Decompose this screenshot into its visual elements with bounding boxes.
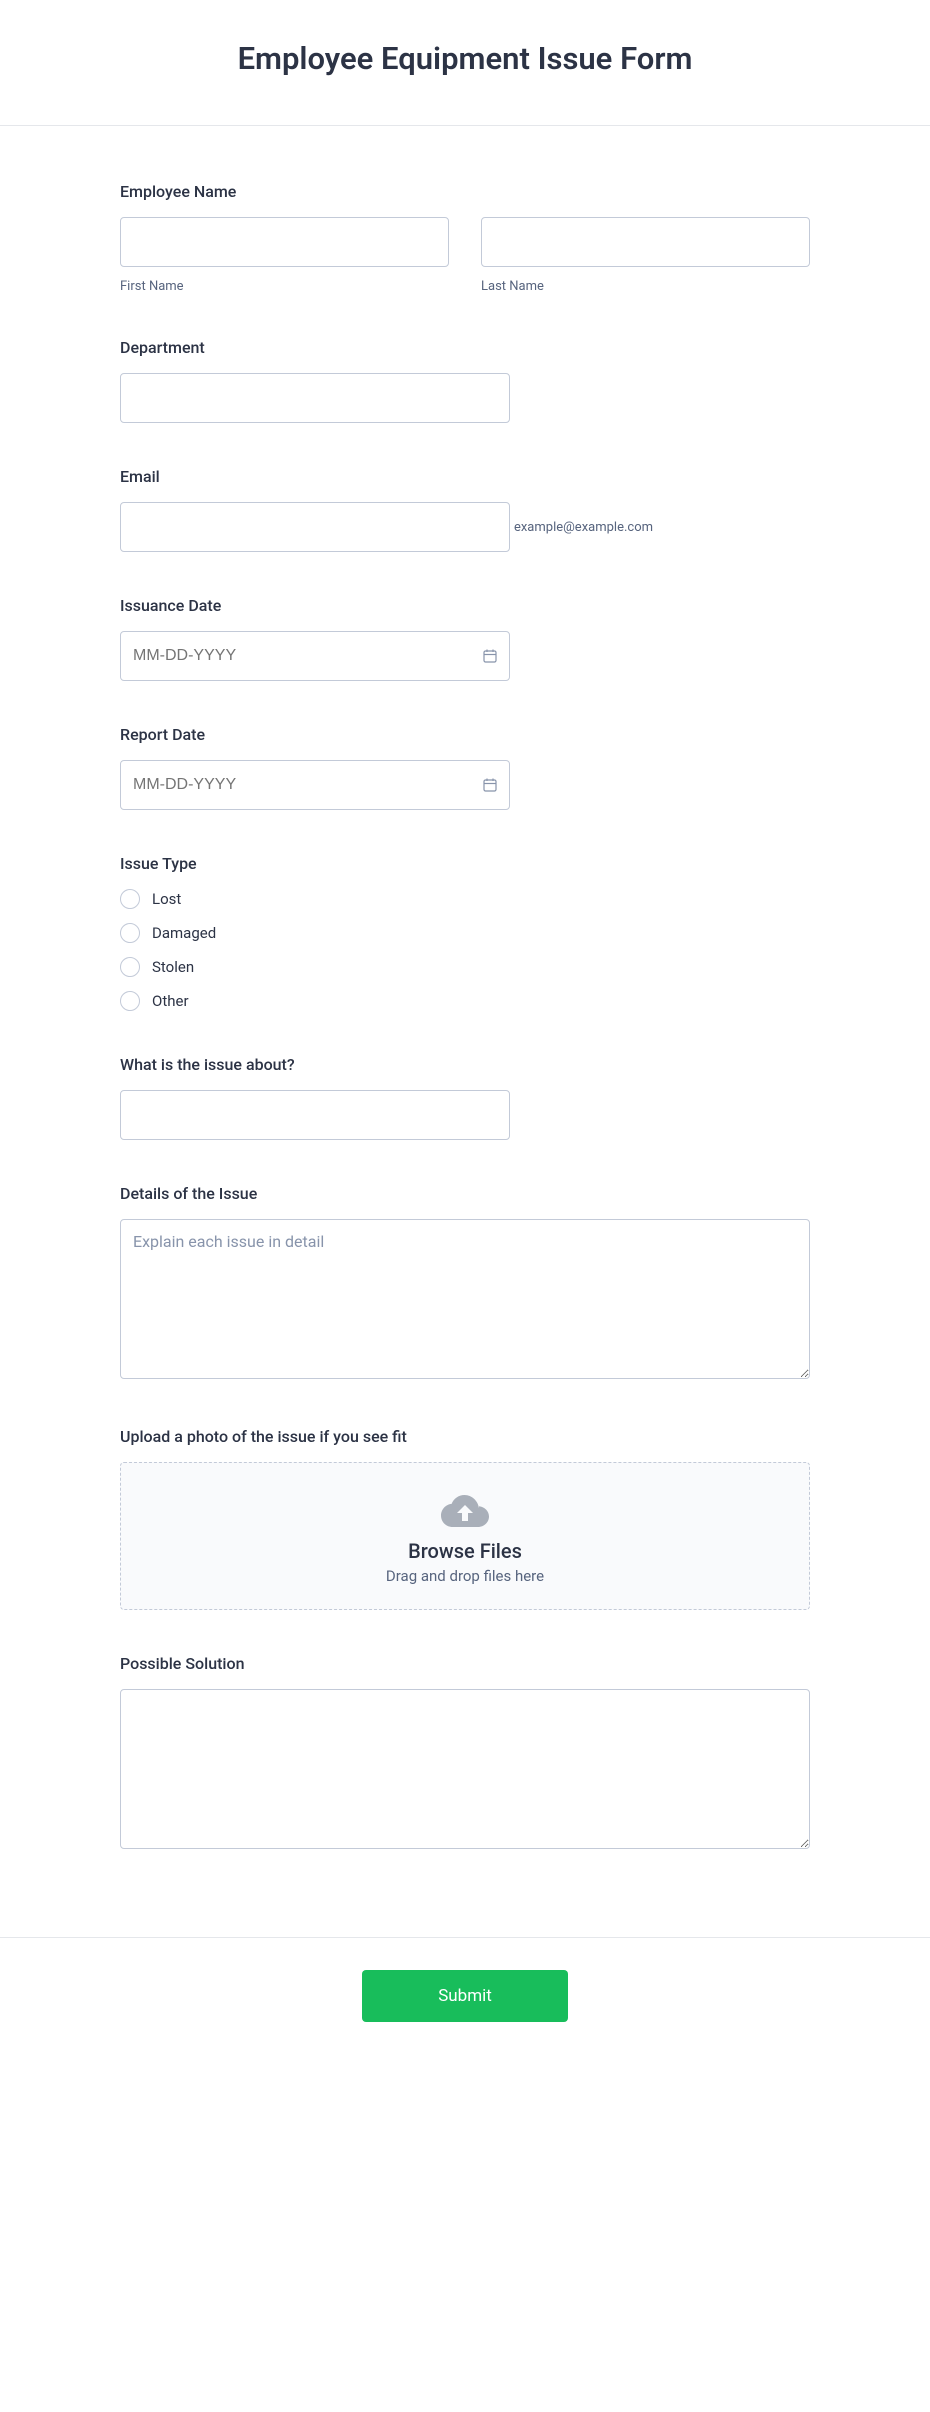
page-title: Employee Equipment Issue Form (20, 40, 910, 77)
radio-option-lost[interactable]: Lost (120, 889, 810, 909)
email-group: Email example@example.com (120, 467, 810, 552)
issuance-date-label: Issuance Date (120, 596, 810, 615)
report-date-group: Report Date (120, 725, 810, 810)
radio-option-damaged[interactable]: Damaged (120, 923, 810, 943)
email-sublabel: example@example.com (514, 520, 653, 535)
issue-type-label: Issue Type (120, 854, 810, 873)
radio-label: Other (152, 992, 189, 1010)
cloud-upload-icon (441, 1491, 489, 1531)
issue-about-input[interactable] (120, 1090, 510, 1140)
issuance-date-group: Issuance Date (120, 596, 810, 681)
details-textarea[interactable] (120, 1219, 810, 1379)
last-name-input[interactable] (481, 217, 810, 267)
department-input[interactable] (120, 373, 510, 423)
first-name-sublabel: First Name (120, 279, 449, 294)
form-header: Employee Equipment Issue Form (0, 0, 930, 126)
issue-about-group: What is the issue about? (120, 1055, 810, 1140)
employee-name-group: Employee Name First Name Last Name (120, 182, 810, 294)
drag-drop-text: Drag and drop files here (141, 1567, 789, 1585)
email-label: Email (120, 467, 810, 486)
report-date-label: Report Date (120, 725, 810, 744)
solution-group: Possible Solution (120, 1654, 810, 1853)
radio-circle-icon (120, 923, 140, 943)
radio-label: Damaged (152, 924, 216, 942)
form-footer: Submit (0, 1937, 930, 2082)
issuance-date-input[interactable] (120, 631, 510, 681)
upload-group: Upload a photo of the issue if you see f… (120, 1427, 810, 1610)
submit-button[interactable]: Submit (362, 1970, 568, 2022)
issue-about-label: What is the issue about? (120, 1055, 810, 1074)
browse-files-text: Browse Files (141, 1539, 789, 1563)
solution-label: Possible Solution (120, 1654, 810, 1673)
radio-circle-icon (120, 957, 140, 977)
report-date-input[interactable] (120, 760, 510, 810)
radio-option-stolen[interactable]: Stolen (120, 957, 810, 977)
file-drop-zone[interactable]: Browse Files Drag and drop files here (120, 1462, 810, 1610)
radio-label: Stolen (152, 958, 194, 976)
last-name-sublabel: Last Name (481, 279, 810, 294)
issue-type-group: Issue Type Lost Damaged Stolen Other (120, 854, 810, 1011)
radio-label: Lost (152, 890, 181, 908)
radio-circle-icon (120, 991, 140, 1011)
email-input[interactable] (120, 502, 510, 552)
details-group: Details of the Issue (120, 1184, 810, 1383)
department-label: Department (120, 338, 810, 357)
radio-circle-icon (120, 889, 140, 909)
radio-option-other[interactable]: Other (120, 991, 810, 1011)
employee-name-label: Employee Name (120, 182, 810, 201)
department-group: Department (120, 338, 810, 423)
first-name-input[interactable] (120, 217, 449, 267)
upload-label: Upload a photo of the issue if you see f… (120, 1427, 810, 1446)
solution-textarea[interactable] (120, 1689, 810, 1849)
form-body: Employee Name First Name Last Name Depar… (55, 126, 875, 1937)
details-label: Details of the Issue (120, 1184, 810, 1203)
